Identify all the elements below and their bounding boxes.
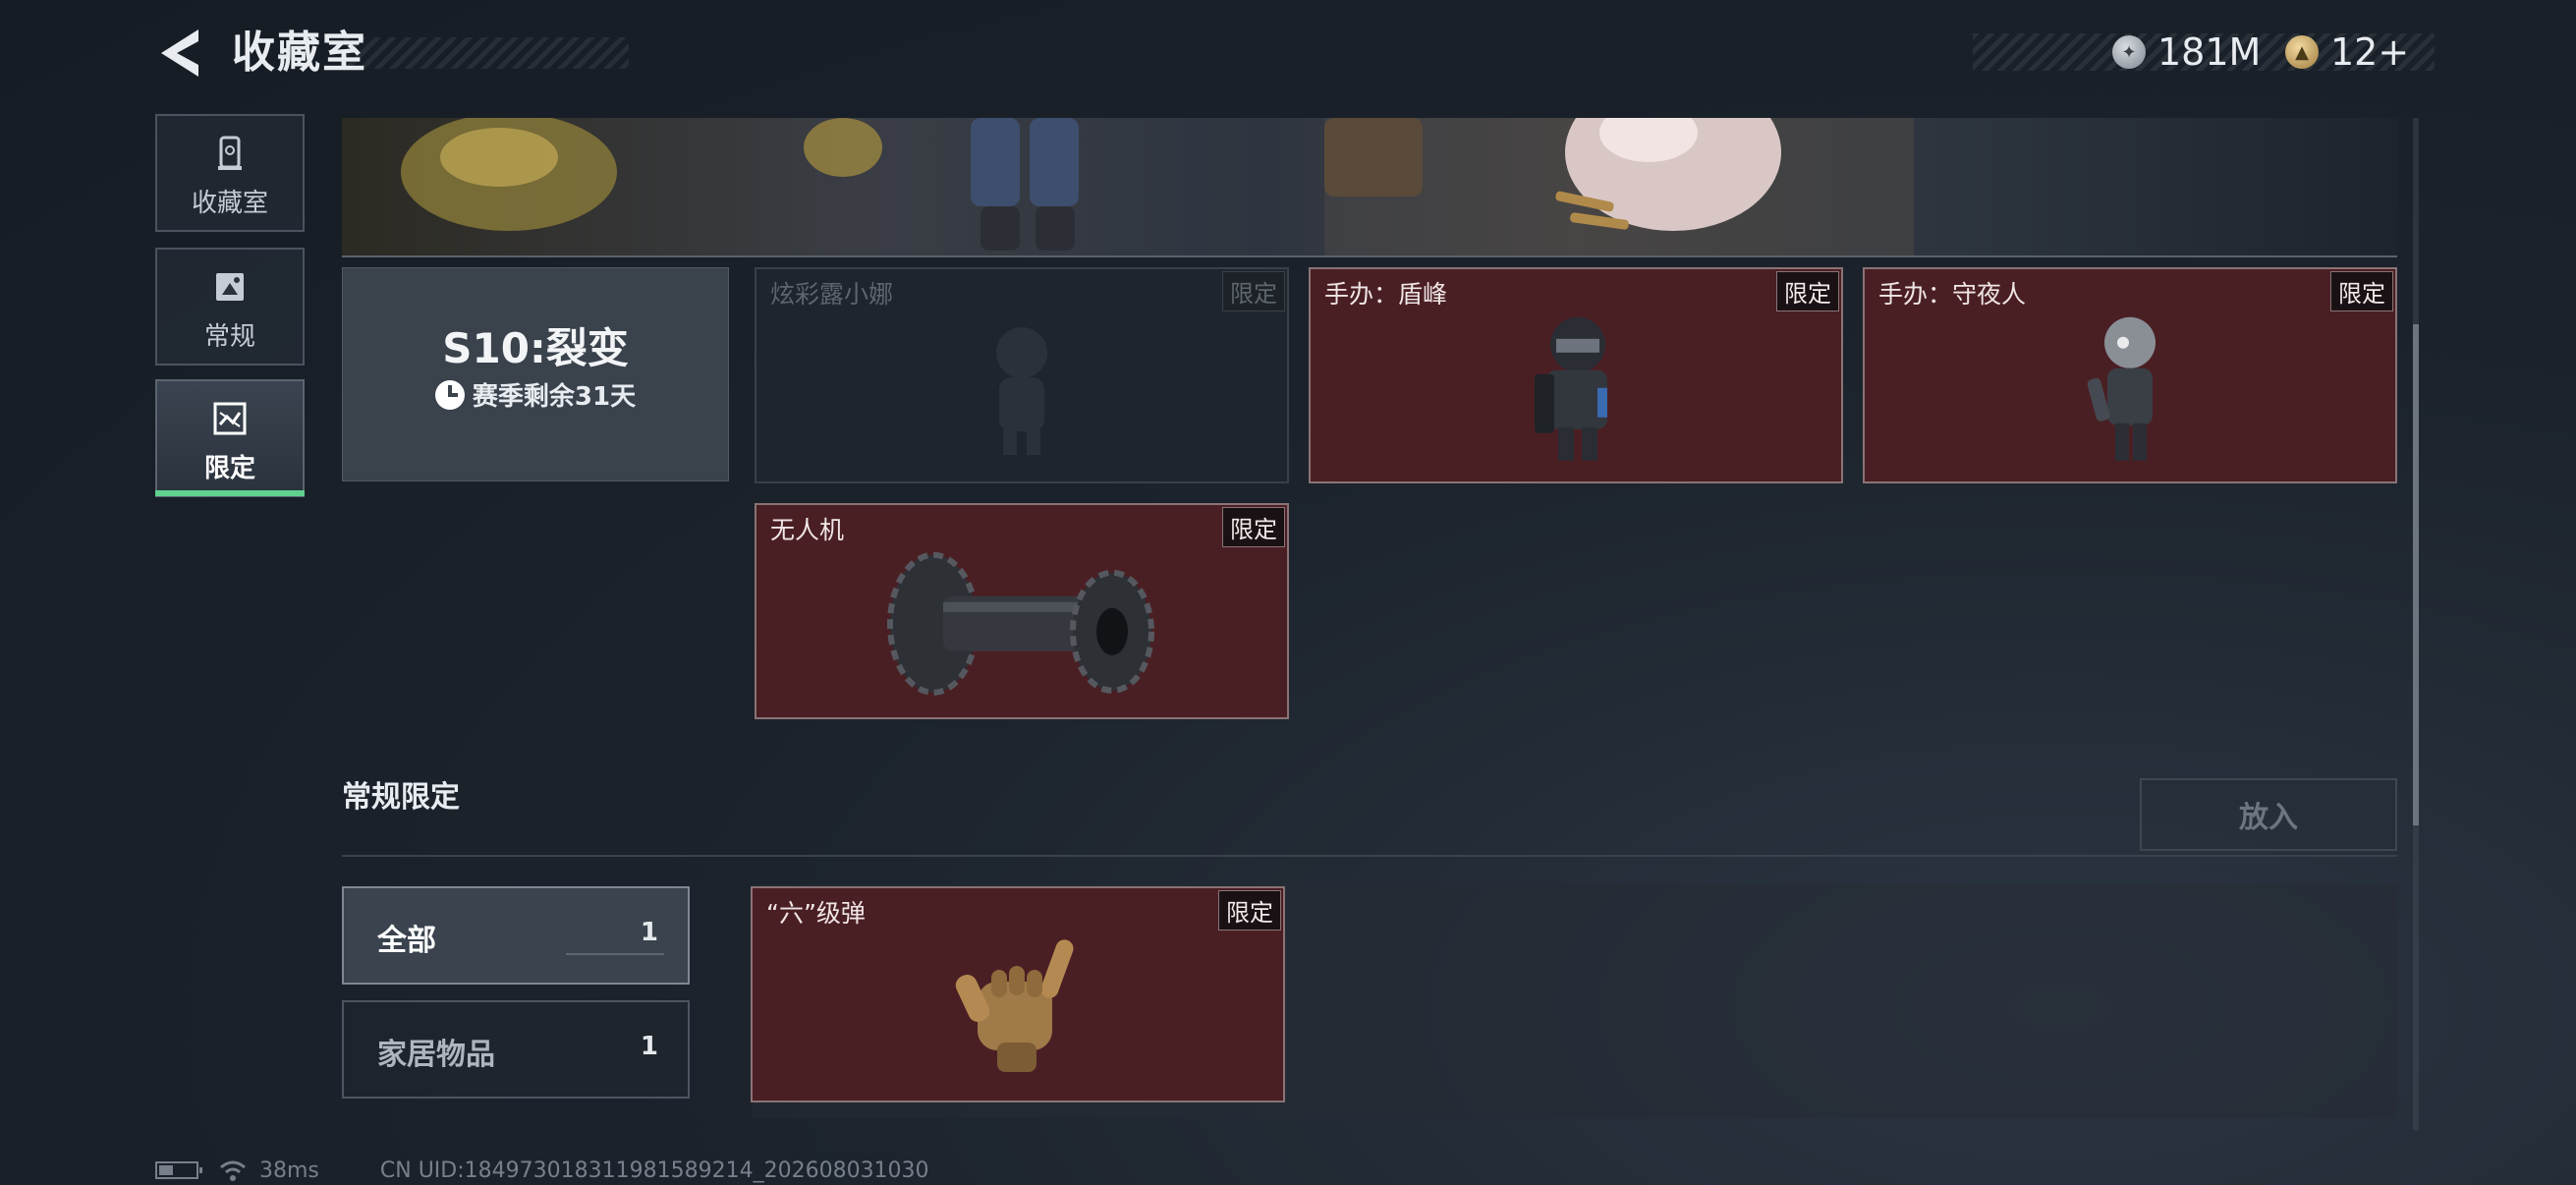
back-arrow-icon: [161, 29, 198, 77]
ping-text: 38ms: [259, 1157, 319, 1183]
page-title: 收藏室: [232, 28, 367, 78]
season-banner: [342, 118, 2397, 257]
nav-item-label: 常规: [203, 322, 255, 352]
nav-item-label: 限定: [203, 454, 255, 483]
item-name: “六”级弹: [766, 899, 866, 928]
drone-image: [887, 551, 1154, 696]
image-frame-icon: [216, 273, 244, 301]
season-name: S10:裂变: [442, 324, 629, 372]
item-card-drone[interactable]: 无人机 限定: [755, 503, 1289, 719]
limited-icon: [213, 402, 247, 435]
item-name: 炫彩露小娜: [770, 280, 894, 309]
filter-all[interactable]: 全部 1: [342, 886, 690, 985]
filter-underline: [566, 953, 664, 955]
currency-gold[interactable]: ▲ 12+: [2285, 28, 2409, 77]
nav-item-regular[interactable]: 常规: [155, 248, 305, 366]
nav-item-limited[interactable]: 限定: [155, 379, 305, 497]
filter-count: 1: [640, 918, 658, 947]
limited-badge: 限定: [1222, 271, 1285, 311]
filter-label: 家居物品: [377, 1038, 495, 1072]
item-card-six-grade-bullet[interactable]: “六”级弹 限定: [751, 886, 1285, 1102]
hand-sign-sculpture-image: [955, 939, 1074, 1072]
banner-artwork: [401, 118, 1914, 255]
item-card-shield-figure[interactable]: 手办：盾峰 限定: [1309, 267, 1843, 483]
season-remaining-text: 赛季剩余31天: [472, 382, 637, 412]
section-divider: [342, 855, 2397, 857]
limited-badge: 限定: [2330, 271, 2393, 311]
shield-figure-image: [1535, 316, 1607, 461]
gold-token-icon: ▲: [2285, 35, 2319, 69]
season-remaining: 赛季剩余31天: [343, 376, 728, 413]
nightwatch-figure-image: [2087, 316, 2156, 461]
currency-gold-value: 12+: [2330, 30, 2410, 74]
limited-badge: 限定: [1222, 507, 1285, 547]
title-decoration: [344, 37, 629, 69]
battery-icon: [155, 1161, 202, 1179]
clock-icon: [434, 379, 465, 410]
lunna-figure-silhouette: [996, 327, 1047, 455]
uid-text: CN UID:184973018311981589214_20260803103…: [379, 1157, 929, 1183]
back-button[interactable]: [155, 26, 204, 81]
item-name: 手办：盾峰: [1324, 280, 1448, 309]
item-card-lunna[interactable]: 炫彩露小娜 限定: [755, 267, 1289, 483]
item-name: 手办：守夜人: [1878, 280, 2027, 309]
active-tab-indicator: [155, 490, 305, 496]
season-info: S10:裂变 赛季剩余31天: [342, 267, 729, 481]
put-in-button[interactable]: 放入: [2140, 778, 2397, 851]
currency-silver-value: 181M: [2157, 30, 2262, 74]
wifi-icon: [220, 1160, 246, 1181]
collection-icon: [218, 136, 242, 170]
filter-count: 1: [640, 1032, 658, 1061]
section-title-regular-limited: 常规限定: [342, 780, 460, 815]
filter-label: 全部: [377, 924, 436, 958]
nav-item-label: 收藏室: [191, 189, 268, 218]
item-name: 无人机: [770, 516, 845, 544]
filter-home-items[interactable]: 家居物品 1: [342, 1000, 690, 1099]
item-card-nightwatch-figure[interactable]: 手办：守夜人 限定: [1863, 267, 2397, 483]
status-bar: 38ms CN UID:184973018311981589214_202608…: [155, 1156, 929, 1185]
limited-badge: 限定: [1776, 271, 1839, 311]
limited-badge: 限定: [1218, 890, 1281, 931]
currency-silver[interactable]: ✦ 181M: [2112, 28, 2261, 77]
silver-coin-icon: ✦: [2112, 35, 2146, 69]
nav-item-collection[interactable]: 收藏室: [155, 114, 305, 232]
scrollbar-thumb[interactable]: [2413, 324, 2419, 825]
